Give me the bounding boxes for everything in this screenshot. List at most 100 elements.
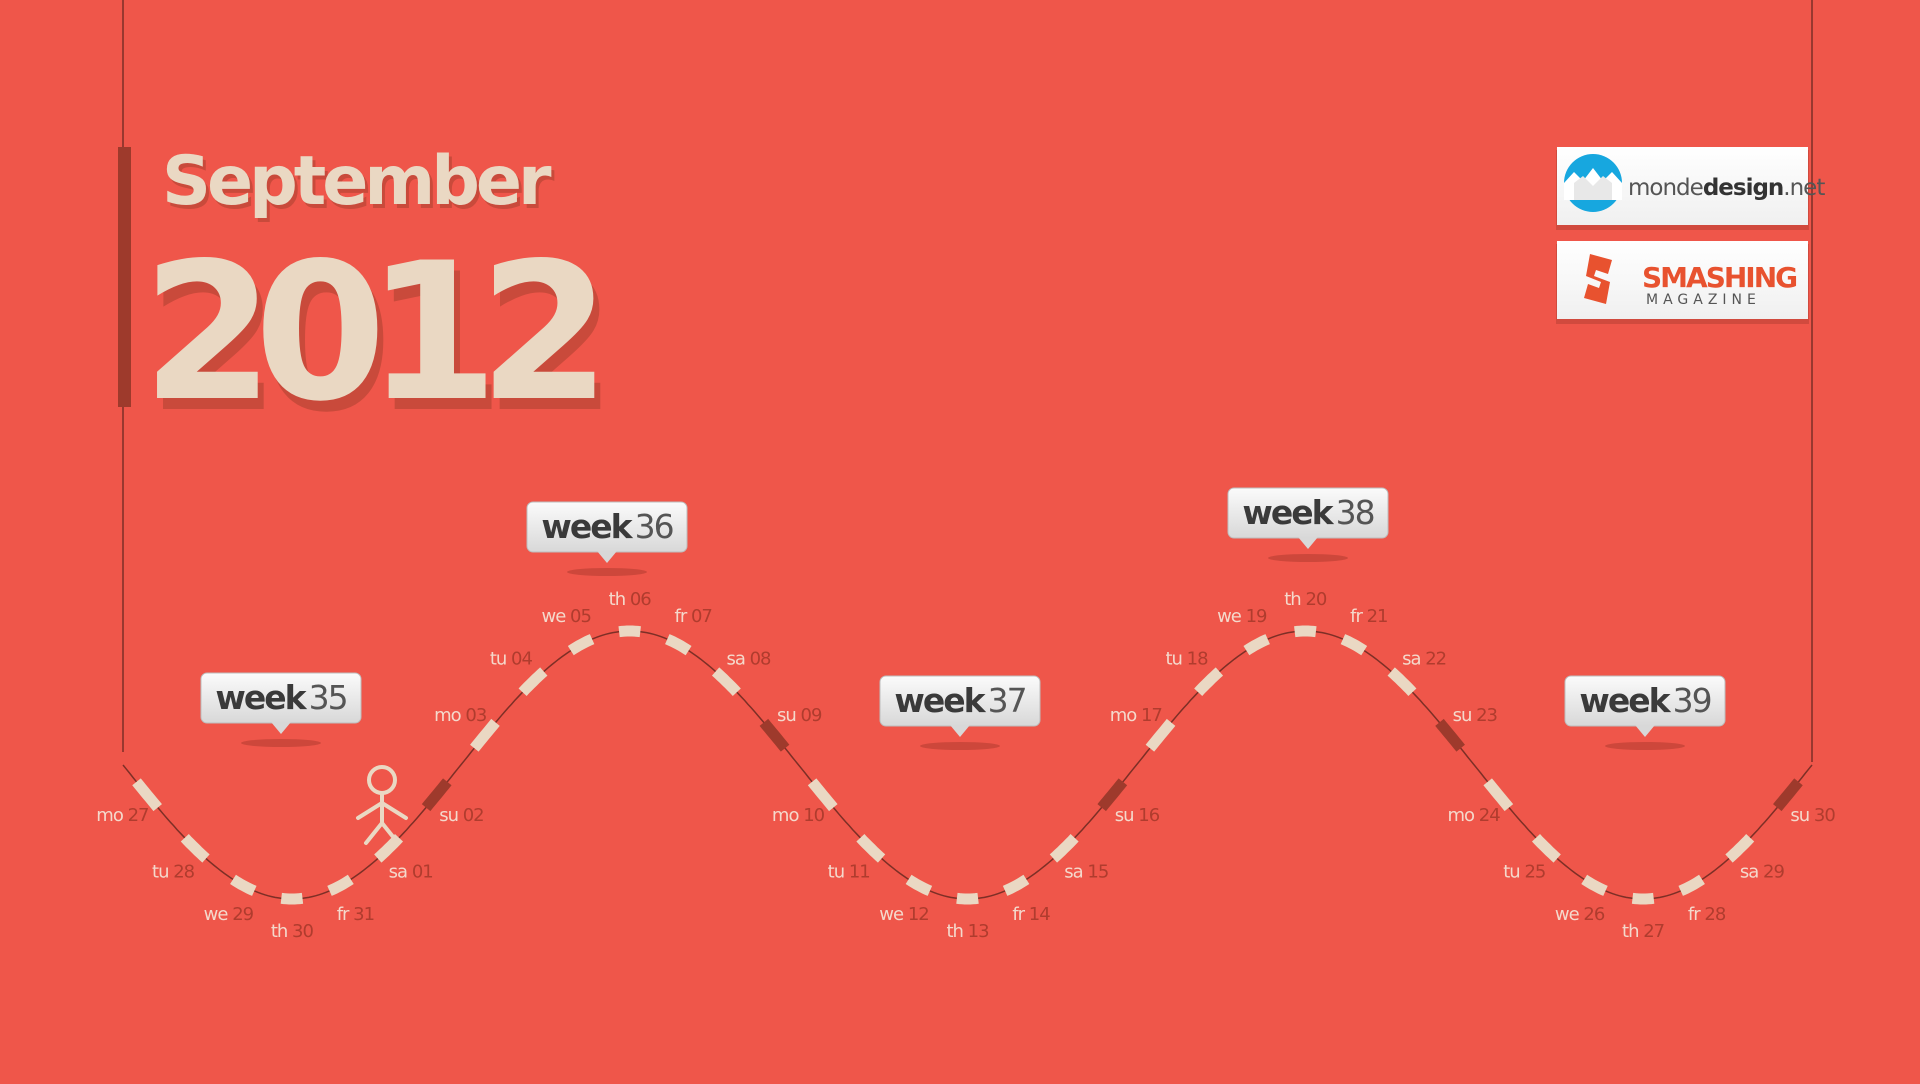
day-segment-13 bbox=[956, 892, 979, 905]
day-segment-09 bbox=[759, 718, 790, 752]
day-abbrev: mo bbox=[434, 705, 465, 726]
day-label-11: tu 11 bbox=[828, 862, 870, 883]
day-segment-17 bbox=[1145, 718, 1176, 752]
day-segment-28 bbox=[1678, 874, 1705, 896]
day-segment-24 bbox=[1483, 778, 1514, 812]
day-label-15: sa 15 bbox=[1064, 862, 1108, 883]
day-label-08: sa 08 bbox=[726, 649, 771, 670]
day-label-05: we 05 bbox=[541, 606, 590, 627]
day-segment-06 bbox=[618, 625, 641, 638]
day-segment-14 bbox=[1002, 874, 1030, 896]
day-abbrev: su bbox=[439, 805, 463, 826]
day-number: 14 bbox=[1029, 904, 1050, 925]
day-label-16: su 16 bbox=[1115, 805, 1160, 826]
day-label-20: th 20 bbox=[1284, 589, 1327, 610]
week-bubble-38: week 38 bbox=[1227, 487, 1389, 562]
day-label-29: sa 29 bbox=[1740, 862, 1785, 883]
day-abbrev: tu bbox=[1503, 862, 1524, 883]
day-label-02: su 02 bbox=[439, 805, 483, 826]
day-number: 07 bbox=[691, 606, 712, 627]
smashing-title: SMASHING bbox=[1642, 261, 1796, 294]
bubble-shadow bbox=[241, 739, 321, 747]
week-word: week bbox=[541, 507, 633, 546]
day-abbrev: mo bbox=[1110, 705, 1141, 726]
day-abbrev: we bbox=[541, 606, 570, 627]
day-label-17: mo 17 bbox=[1110, 705, 1162, 726]
day-segment-27 bbox=[132, 778, 162, 812]
day-segment-05 bbox=[567, 634, 595, 656]
bubble-pointer bbox=[1635, 725, 1655, 737]
week-bubble-39: week 39 bbox=[1564, 675, 1726, 750]
day-label-06: th 06 bbox=[609, 589, 652, 610]
day-abbrev: th bbox=[1622, 921, 1643, 942]
week-bubble-37: week 37 bbox=[879, 675, 1041, 750]
day-segment-07 bbox=[665, 634, 692, 656]
day-number: 18 bbox=[1187, 649, 1208, 670]
day-segment-15 bbox=[1049, 834, 1079, 863]
day-segment-11 bbox=[856, 834, 886, 863]
day-segment-08 bbox=[711, 667, 741, 696]
bubble-pointer bbox=[950, 725, 970, 737]
day-segment-27 bbox=[1631, 892, 1655, 905]
day-segment-29 bbox=[1725, 834, 1755, 863]
day-number: 30 bbox=[1814, 805, 1835, 826]
day-segment-12 bbox=[905, 874, 933, 896]
day-abbrev: mo bbox=[1448, 805, 1479, 826]
day-label-12: we 12 bbox=[879, 904, 928, 925]
day-number: 16 bbox=[1138, 805, 1159, 826]
day-segment-26 bbox=[1581, 874, 1608, 896]
bubble-pointer bbox=[597, 551, 617, 563]
day-label-26: we 26 bbox=[1555, 904, 1605, 925]
calendar-canvas: September September 2012 2012 mondedesig… bbox=[96, 0, 1836, 942]
day-number: 03 bbox=[465, 705, 486, 726]
day-number: 28 bbox=[1704, 904, 1725, 925]
day-abbrev: sa bbox=[1740, 862, 1763, 883]
day-label-23: su 23 bbox=[1453, 705, 1498, 726]
day-abbrev: fr bbox=[675, 606, 691, 627]
smashing-magazine-logo-card[interactable]: SMASHING MAGAZINE bbox=[1556, 241, 1809, 324]
day-label-25: tu 25 bbox=[1503, 862, 1545, 883]
title-accent-bar bbox=[118, 147, 131, 407]
day-number: 28 bbox=[173, 862, 194, 883]
day-number: 23 bbox=[1476, 705, 1497, 726]
day-label-04: tu 04 bbox=[490, 649, 533, 670]
day-segment-03 bbox=[470, 718, 500, 752]
day-number: 25 bbox=[1524, 862, 1545, 883]
day-label-18: tu 18 bbox=[1165, 649, 1208, 670]
day-abbrev: su bbox=[1790, 805, 1814, 826]
day-label-31: fr 31 bbox=[337, 904, 374, 925]
day-abbrev: th bbox=[609, 589, 630, 610]
week-label: week 37 bbox=[894, 681, 1025, 720]
day-segment-29 bbox=[230, 874, 257, 896]
day-abbrev: mo bbox=[772, 805, 803, 826]
mondedesign-logo-card[interactable]: mondedesign.net bbox=[1556, 147, 1826, 230]
day-number: 27 bbox=[128, 805, 149, 826]
day-label-30: su 30 bbox=[1790, 805, 1835, 826]
day-abbrev: su bbox=[777, 705, 801, 726]
mondedesign-logo-text: mondedesign.net bbox=[1628, 175, 1825, 201]
day-label-30: th 30 bbox=[271, 921, 314, 942]
wallpaper-calendar: September September 2012 2012 mondedesig… bbox=[0, 0, 1920, 1080]
day-number: 11 bbox=[849, 862, 870, 883]
day-label-03: mo 03 bbox=[434, 705, 487, 726]
day-number: 24 bbox=[1479, 805, 1500, 826]
mondedesign-globe-icon bbox=[1564, 154, 1622, 212]
day-abbrev: tu bbox=[828, 862, 849, 883]
day-segment-30 bbox=[1773, 778, 1803, 812]
bubble-shadow bbox=[1605, 742, 1685, 750]
month-title: September bbox=[162, 142, 552, 221]
day-number: 13 bbox=[968, 921, 989, 942]
day-abbrev: tu bbox=[1165, 649, 1186, 670]
day-label-29: we 29 bbox=[204, 904, 254, 925]
title-block: September September 2012 2012 bbox=[118, 142, 621, 454]
day-abbrev: fr bbox=[1688, 904, 1704, 925]
day-number: 29 bbox=[1763, 862, 1784, 883]
day-abbrev: su bbox=[1453, 705, 1477, 726]
day-label-24: mo 24 bbox=[1448, 805, 1501, 826]
day-abbrev: sa bbox=[1064, 862, 1087, 883]
bubble-shadow bbox=[920, 742, 1000, 750]
day-abbrev: th bbox=[946, 921, 967, 942]
day-abbrev: fr bbox=[337, 904, 353, 925]
day-number: 31 bbox=[353, 904, 374, 925]
day-segment-19 bbox=[1243, 634, 1270, 656]
